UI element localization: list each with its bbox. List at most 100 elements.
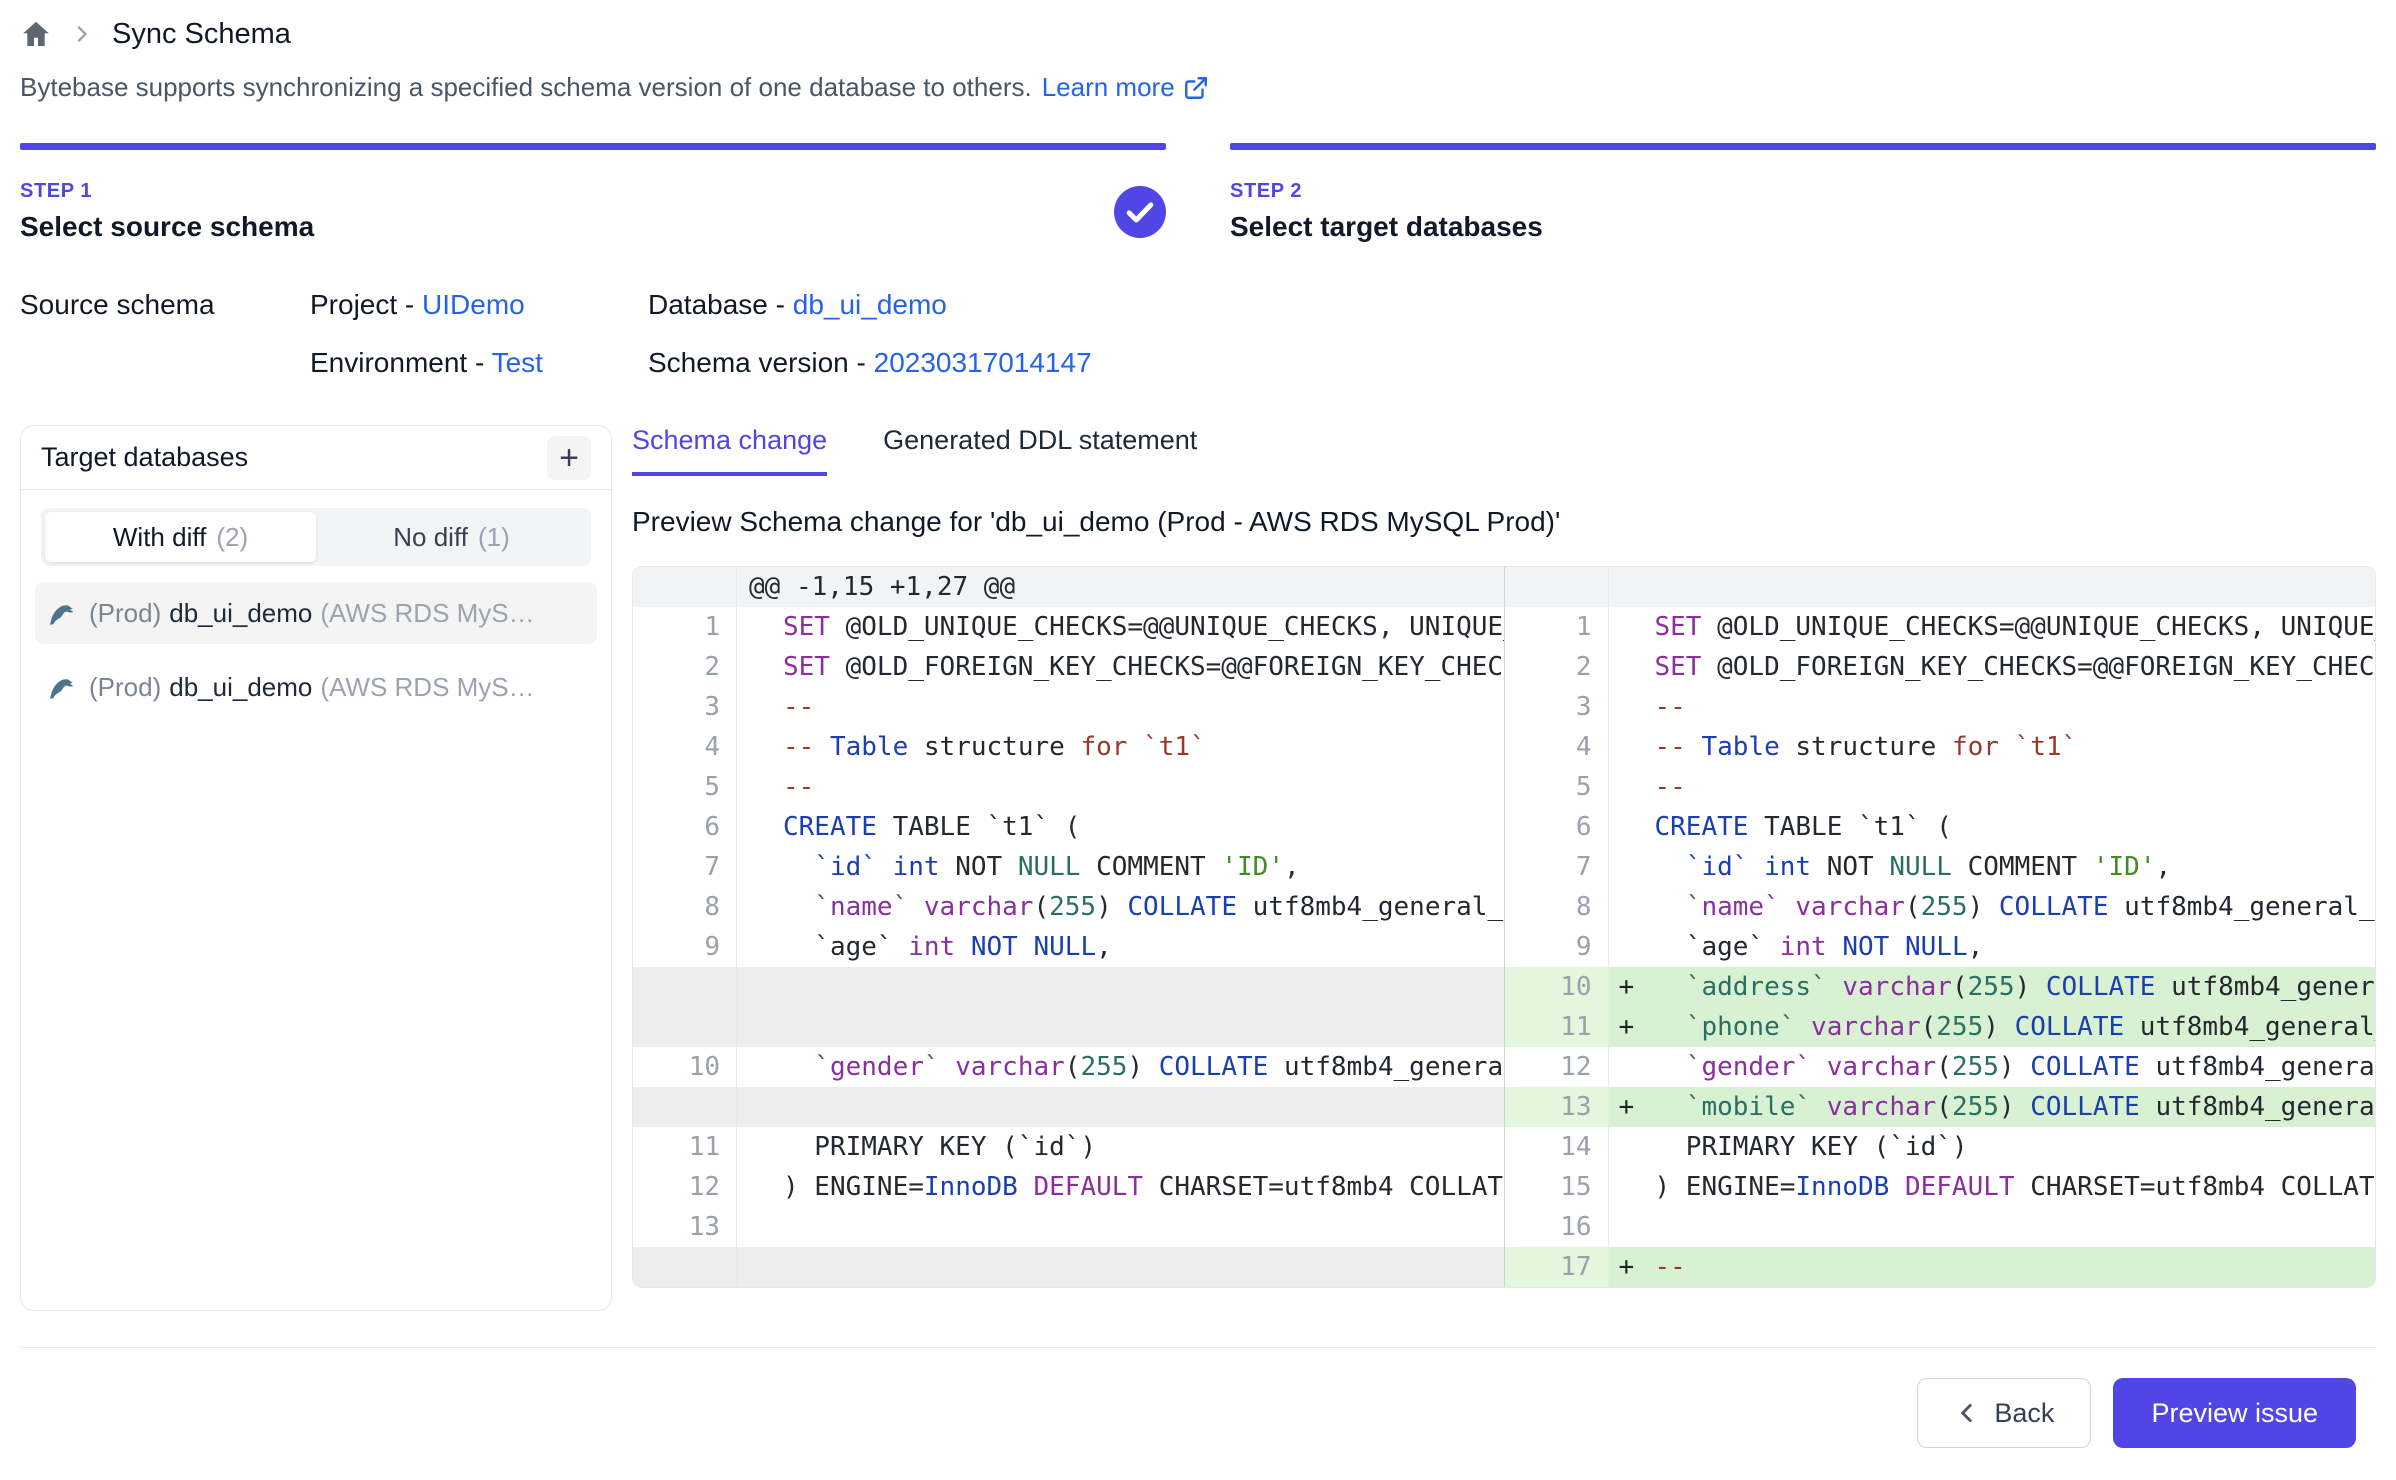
diff-marker — [1609, 927, 1655, 967]
diff-code-line: PRIMARY KEY (`id`) — [1655, 1127, 2376, 1167]
tab-with-diff-label: With diff — [113, 522, 206, 553]
step-2[interactable]: STEP 2 Select target databases — [1230, 143, 2376, 243]
diff-code-row: 15) ENGINE=InnoDB DEFAULT CHARSET=utf8mb… — [1505, 1167, 2376, 1207]
diff-marker — [737, 927, 783, 967]
diff-marker — [737, 1167, 783, 1207]
diff-marker — [1609, 727, 1655, 767]
tab-schema-change[interactable]: Schema change — [632, 425, 827, 476]
diff-marker — [737, 807, 783, 847]
tab-with-diff[interactable]: With diff (2) — [45, 512, 316, 562]
tab-no-diff[interactable]: No diff (1) — [316, 512, 587, 562]
tab-no-diff-count: (1) — [478, 522, 510, 553]
diff-code-row: 14 PRIMARY KEY (`id`) — [1505, 1127, 2376, 1167]
diff-line-number: 1 — [1505, 607, 1609, 647]
diff-line-number: 6 — [1505, 807, 1609, 847]
diff-code-row: 1SET @OLD_UNIQUE_CHECKS=@@UNIQUE_CHECKS,… — [1505, 607, 2376, 647]
add-target-database-button[interactable]: + — [547, 436, 591, 480]
diff-gap-row — [633, 1247, 1504, 1287]
tab-with-diff-count: (2) — [216, 522, 248, 553]
diff-code-line: SET @OLD_FOREIGN_KEY_CHECKS=@@FOREIGN_KE… — [1655, 647, 2376, 687]
database-instance: (AWS RDS MyS… — [320, 598, 534, 629]
home-icon[interactable] — [20, 18, 52, 50]
diff-code-line: -- — [783, 687, 1504, 727]
target-database-list: (Prod) db_ui_demo (AWS RDS MyS… (Prod) d… — [35, 582, 597, 718]
diff-added-marker: + — [1609, 1247, 1655, 1287]
diff-marker — [1609, 1167, 1655, 1207]
footer-actions: Back Preview issue — [20, 1347, 2376, 1448]
preview-issue-button[interactable]: Preview issue — [2113, 1378, 2356, 1448]
mysql-icon — [47, 597, 79, 629]
diff-pane-source[interactable]: @@ -1,15 +1,27 @@1SET @OLD_UNIQUE_CHECKS… — [633, 567, 1505, 1287]
tab-generated-ddl[interactable]: Generated DDL statement — [883, 425, 1197, 476]
diff-code-row: 11+ `phone` varchar(255) COLLATE utf8mb4… — [1505, 1007, 2376, 1047]
database-link[interactable]: db_ui_demo — [793, 289, 947, 320]
source-schema-summary: Source schema Project - UIDemo Database … — [20, 289, 2376, 379]
diff-code-line: `mobile` varchar(255) COLLATE utf8mb4_ge… — [1655, 1087, 2376, 1127]
diff-code-line: `name` varchar(255) COLLATE utf8mb4_gene… — [783, 887, 1504, 927]
diff-code-row: 9 `age` int NOT NULL, — [1505, 927, 2376, 967]
diff-code-line — [783, 1207, 1504, 1247]
diff-code-row: 2 SET @OLD_FOREIGN_KEY_CHECKS=@@FOREIGN_K… — [1505, 647, 2376, 687]
diff-line-number: 15 — [1505, 1167, 1609, 1207]
diff-code-row: 6CREATE TABLE `t1` ( — [1505, 807, 2376, 847]
diff-code-row: 9 `age` int NOT NULL, — [633, 927, 1504, 967]
field-schema-version: Schema version - 20230317014147 — [648, 347, 1092, 379]
diff-code-row: 7 `id` int NOT NULL COMMENT 'ID', — [1505, 847, 2376, 887]
field-project-label: Project - — [310, 289, 422, 320]
diff-marker — [737, 847, 783, 887]
diff-marker — [737, 767, 783, 807]
step-1-progress-bar — [20, 143, 1166, 150]
database-environment: (Prod) — [89, 672, 161, 703]
diff-added-marker: + — [1609, 1087, 1655, 1127]
diff-marker — [1609, 847, 1655, 887]
environment-link[interactable]: Test — [492, 347, 543, 378]
diff-code-row: 8 `name` varchar(255) COLLATE utf8mb4_ge… — [633, 887, 1504, 927]
back-button[interactable]: Back — [1917, 1378, 2091, 1448]
database-list-item[interactable]: (Prod) db_ui_demo (AWS RDS MyS… — [35, 582, 597, 644]
diff-line-number: 14 — [1505, 1127, 1609, 1167]
diff-line-number: 12 — [633, 1167, 737, 1207]
stepper: STEP 1 Select source schema STEP 2 Selec… — [20, 143, 2376, 243]
diff-code-row: 4-- Table structure for `t1` — [1505, 727, 2376, 767]
project-link[interactable]: UIDemo — [422, 289, 525, 320]
step-1[interactable]: STEP 1 Select source schema — [20, 143, 1166, 243]
database-name: db_ui_demo — [169, 598, 312, 629]
diff-code-line: `id` int NOT NULL COMMENT 'ID', — [1655, 847, 2376, 887]
breadcrumb: Sync Schema — [20, 12, 2376, 56]
diff-line-number — [633, 967, 737, 1047]
diff-line-number: 2 — [1505, 647, 1609, 687]
diff-code-row: 10+ `address` varchar(255) COLLATE utf8m… — [1505, 967, 2376, 1007]
diff-code-row: 4-- Table structure for `t1` — [633, 727, 1504, 767]
diff-code-row: 3-- — [1505, 687, 2376, 727]
diff-line-number: 7 — [1505, 847, 1609, 887]
diff-code-row: 5-- — [633, 767, 1504, 807]
diff-hunk-header: @@ -1,15 +1,27 @@ — [737, 567, 1504, 607]
database-list-item[interactable]: (Prod) db_ui_demo (AWS RDS MyS… — [35, 656, 597, 718]
diff-code-line: -- Table structure for `t1` — [783, 727, 1504, 767]
schema-version-link[interactable]: 20230317014147 — [874, 347, 1092, 378]
diff-marker — [737, 727, 783, 767]
diff-marker — [1609, 1207, 1655, 1247]
diff-line-number: 12 — [1505, 1047, 1609, 1087]
schema-diff-viewer: @@ -1,15 +1,27 @@1SET @OLD_UNIQUE_CHECKS… — [632, 566, 2376, 1288]
step-2-label: STEP 2 — [1230, 180, 1543, 203]
diff-pane-target[interactable]: 1SET @OLD_UNIQUE_CHECKS=@@UNIQUE_CHECKS,… — [1505, 567, 2376, 1287]
diff-line-number: 17 — [1505, 1247, 1609, 1287]
source-schema-label: Source schema — [20, 289, 310, 379]
diff-code-row: 11 PRIMARY KEY (`id`) — [633, 1127, 1504, 1167]
diff-marker — [1609, 887, 1655, 927]
diff-marker — [737, 687, 783, 727]
diff-line-number: 9 — [633, 927, 737, 967]
field-environment: Environment - Test — [310, 347, 648, 379]
diff-code-line: `phone` varchar(255) COLLATE utf8mb4_gen… — [1655, 1007, 2376, 1047]
database-instance: (AWS RDS MyS… — [320, 672, 534, 703]
step-2-progress-bar — [1230, 143, 2376, 150]
diff-code-row: 5-- — [1505, 767, 2376, 807]
diff-line-number: 6 — [633, 807, 737, 847]
diff-marker — [737, 1047, 783, 1087]
learn-more-link[interactable]: Learn more — [1042, 72, 1209, 103]
diff-marker — [737, 887, 783, 927]
database-environment: (Prod) — [89, 598, 161, 629]
diff-code-line: `address` varchar(255) COLLATE utf8mb4_g… — [1655, 967, 2376, 1007]
diff-line-number: 1 — [633, 607, 737, 647]
